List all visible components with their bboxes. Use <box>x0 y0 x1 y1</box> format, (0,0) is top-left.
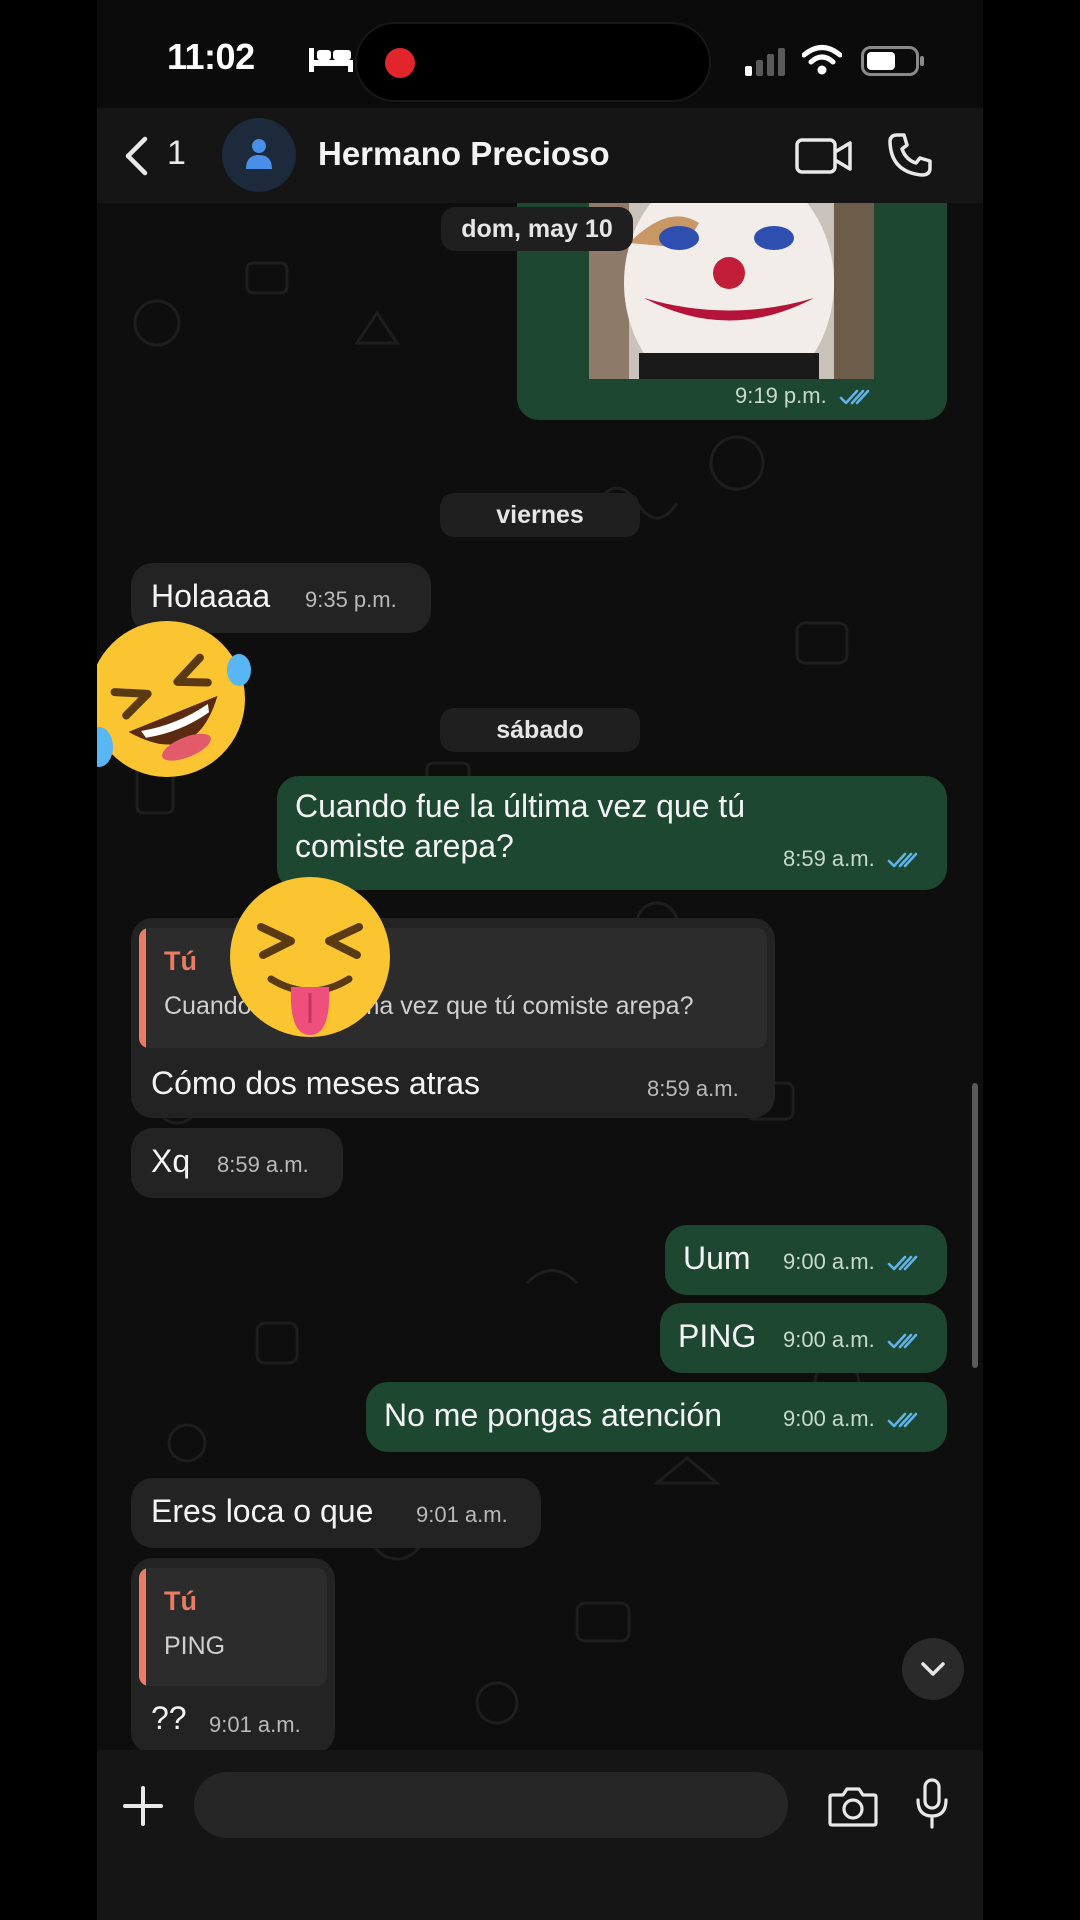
scroll-down-icon <box>921 1662 945 1676</box>
message-time: 8:59 a.m. <box>217 1152 309 1177</box>
message-time: 8:59 a.m. <box>783 846 921 872</box>
message-time: 9:00 a.m. <box>783 1406 921 1432</box>
bed-icon <box>309 48 353 72</box>
dynamic-island <box>355 22 711 102</box>
message-text: No me pongas atención <box>384 1397 722 1433</box>
video-call-icon[interactable] <box>795 136 853 176</box>
date-separator: viernes <box>440 493 640 537</box>
incoming-message[interactable]: Xq 8:59 a.m. <box>131 1128 343 1198</box>
quote-bar <box>139 928 146 1048</box>
quote-author: Tú <box>164 946 197 976</box>
date-separator: sábado <box>440 708 640 752</box>
record-dot-icon <box>385 48 415 78</box>
message-time: 8:59 a.m. <box>647 1076 739 1101</box>
phone-icon[interactable] <box>887 132 933 178</box>
message-time: 9:01 a.m. <box>416 1502 508 1527</box>
camera-icon[interactable] <box>828 1785 878 1827</box>
message-text: ?? <box>151 1700 187 1736</box>
contact-name[interactable]: Hermano Precioso <box>318 135 610 173</box>
quote-author: Tú <box>164 1586 197 1616</box>
message-text: Holaaaa <box>151 578 271 614</box>
chat-header: 1 Hermano Precioso <box>97 108 983 203</box>
quote-text: PING <box>164 1632 226 1660</box>
incoming-reply-message[interactable]: Tú PING ?? 9:01 a.m. <box>131 1558 335 1750</box>
message-input[interactable] <box>194 1772 788 1838</box>
message-text: PING <box>678 1318 757 1354</box>
message-time: 9:00 a.m. <box>783 1249 921 1275</box>
message-text: Cómo dos meses atras <box>151 1065 481 1101</box>
message-time: 9:01 a.m. <box>209 1712 301 1737</box>
message-time: 9:19 p.m. <box>735 383 873 409</box>
outgoing-message[interactable]: Uum 9:00 a.m. <box>665 1225 947 1295</box>
message-text: Eres loca o que <box>151 1493 374 1529</box>
scrollbar[interactable] <box>972 1083 978 1368</box>
status-time: 11:02 <box>167 36 255 77</box>
outgoing-message[interactable]: No me pongas atención 9:00 a.m. <box>366 1382 947 1452</box>
battery-icon <box>861 46 924 76</box>
outgoing-message[interactable]: PING 9:00 a.m. <box>660 1303 947 1373</box>
message-text: Uum <box>683 1240 751 1276</box>
unread-count[interactable]: 1 <box>167 134 186 173</box>
microphone-icon[interactable] <box>915 1778 949 1830</box>
incoming-message[interactable]: Eres loca o que 9:01 a.m. <box>131 1478 541 1548</box>
message-text: Xq <box>151 1143 191 1179</box>
plus-icon[interactable] <box>123 1786 163 1826</box>
quote-bar <box>139 1568 146 1686</box>
signal-icon <box>745 48 785 76</box>
tongue-emoji <box>230 877 390 1037</box>
back-chevron-icon[interactable] <box>121 136 151 176</box>
avatar-icon[interactable] <box>222 118 296 192</box>
phone-screen: 11:02 1 Hermano Precioso 9:19 p.m. dom, … <box>97 0 983 1920</box>
laughing-emoji <box>97 621 251 777</box>
wifi-icon <box>802 45 842 75</box>
message-time: 9:00 a.m. <box>783 1327 921 1353</box>
outgoing-message[interactable]: Cuando fue la última vez que tú comiste … <box>277 776 947 890</box>
composer-bar <box>97 1750 983 1920</box>
message-text: Cuando fue la última vez que tú comiste … <box>295 788 746 864</box>
scroll-down-button[interactable] <box>902 1638 964 1700</box>
quoted-message[interactable]: Tú PING <box>139 1568 327 1686</box>
date-separator: dom, may 10 <box>441 207 633 251</box>
message-time: 9:35 p.m. <box>305 587 397 612</box>
